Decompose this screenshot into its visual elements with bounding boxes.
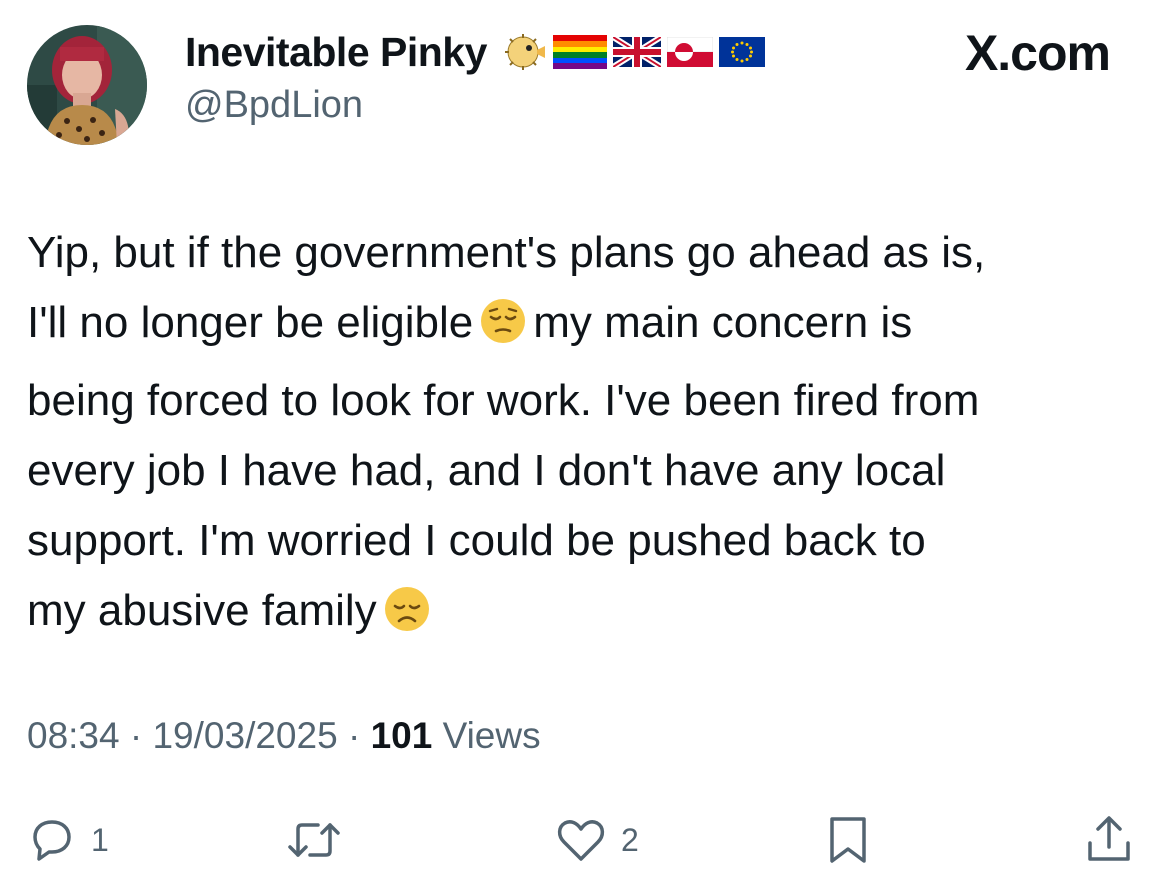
reply-icon [27, 815, 77, 865]
tweet-line-text: my main concern is [533, 298, 913, 347]
share-icon [1083, 813, 1135, 867]
tweet-line: support. I'm worried I could be pushed b… [27, 516, 926, 565]
repost-icon [284, 815, 344, 865]
tweet-line-text: I'll no longer be eligible [27, 298, 474, 347]
separator-dot: · [119, 715, 153, 756]
tweet-line: Yip, but if the government's plans go ah… [27, 228, 986, 277]
like-button[interactable]: 2 [555, 810, 639, 870]
heart-icon [555, 815, 607, 865]
blowfish-icon [501, 32, 547, 72]
tweet-time[interactable]: 08:34 [27, 715, 120, 756]
like-count: 2 [621, 821, 639, 858]
tweet-text: Yip, but if the government's plans go ah… [27, 218, 1142, 654]
bookmark-button[interactable] [822, 810, 874, 870]
bookmark-icon [822, 813, 874, 867]
tweet-line: my abusive family [27, 576, 1142, 654]
tweet-line: every job I have had, and I don't have a… [27, 446, 946, 495]
views-label: Views [432, 715, 541, 756]
display-name-row: Inevitable Pinky [185, 27, 765, 77]
views-count: 101 [370, 715, 433, 756]
share-button[interactable] [1083, 810, 1135, 870]
x-logo: X.com [964, 25, 1111, 81]
greenland-flag-icon [666, 37, 713, 67]
action-bar: 1 2 [0, 810, 1150, 870]
display-name[interactable]: Inevitable Pinky [185, 29, 487, 76]
reply-button[interactable]: 1 [27, 810, 109, 870]
tweet-date[interactable]: 19/03/2025 [152, 715, 337, 756]
separator-dot: · [337, 715, 371, 756]
name-emojis [501, 32, 765, 72]
uk-flag-icon [612, 37, 661, 67]
tweet-line: being forced to look for work. I've been… [27, 376, 980, 425]
pensive-face-icon [479, 296, 527, 366]
user-handle[interactable]: @BpdLion [185, 84, 363, 127]
repost-button[interactable] [284, 810, 344, 870]
tweet-line-text: my abusive family [27, 586, 377, 635]
tweet-line: I'll no longer be eligible my main conce… [27, 288, 1142, 366]
rainbow-flag-icon [552, 35, 607, 69]
eu-flag-icon [718, 37, 765, 67]
avatar[interactable] [27, 25, 147, 145]
tweet-meta: 08:34 · 19/03/2025 · 101 Views [27, 715, 541, 757]
reply-count: 1 [91, 821, 109, 858]
disappointed-face-icon [383, 584, 431, 654]
